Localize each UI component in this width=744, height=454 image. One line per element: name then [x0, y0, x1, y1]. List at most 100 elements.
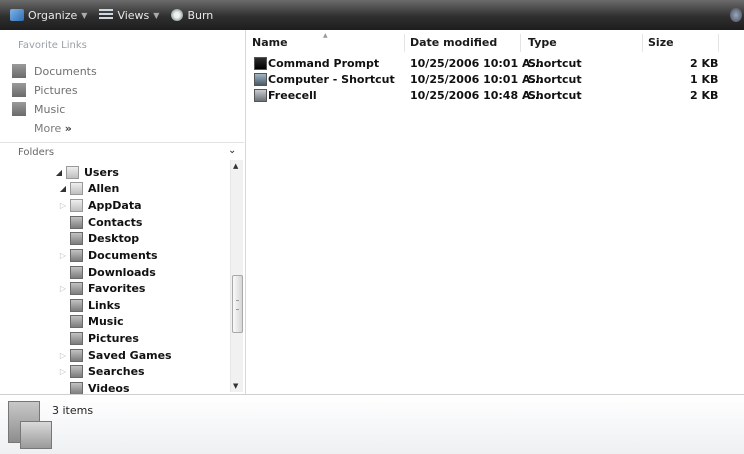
command-prompt-icon: [254, 57, 267, 70]
tree-item-label: Documents: [88, 248, 158, 262]
file-date: 10/25/2006 10:01 A...: [410, 57, 544, 70]
user-folder-icon: [70, 181, 83, 195]
organize-button[interactable]: Organize ▼: [4, 4, 93, 26]
tree-item-label: Allen: [88, 181, 120, 195]
burn-label: Burn: [187, 8, 214, 22]
details-pane: 3 items: [0, 394, 744, 454]
organize-icon: [10, 9, 24, 21]
file-row-command-prompt[interactable]: Command Prompt 10/25/2006 10:01 A... Sho…: [246, 56, 744, 72]
tree-item-documents[interactable]: ▷ Documents: [58, 247, 158, 263]
more-links-button[interactable]: More »: [34, 122, 72, 135]
scrollbar-thumb[interactable]: [232, 275, 243, 333]
file-name: Command Prompt: [268, 57, 380, 70]
tree-item-searches[interactable]: ▷ Searches: [58, 363, 145, 379]
folder-icon: [70, 198, 83, 212]
favorites-icon: [70, 281, 83, 295]
tree-item-label: Music: [88, 314, 124, 328]
favorite-link-label: Pictures: [34, 83, 78, 97]
grip-icon: [236, 300, 239, 310]
music-icon: [12, 102, 26, 116]
file-name: Computer - Shortcut: [268, 73, 395, 86]
expand-arrow-icon[interactable]: ▷: [58, 284, 68, 293]
scroll-up-arrow-icon[interactable]: ▲: [233, 162, 238, 170]
tree-item-links[interactable]: Links: [58, 297, 120, 313]
folder-icon: [66, 165, 79, 179]
views-icon: [99, 9, 114, 21]
tree-item-saved-games[interactable]: ▷ Saved Games: [58, 347, 172, 363]
tree-item-music[interactable]: Music: [58, 313, 124, 329]
tree-item-label: AppData: [88, 198, 142, 212]
searches-icon: [70, 364, 83, 378]
saved-games-icon: [70, 348, 83, 362]
folder-tree-scrollbar[interactable]: ▲ ▼: [230, 160, 243, 392]
file-date: 10/25/2006 10:48 A...: [410, 89, 544, 102]
expand-arrow-icon[interactable]: ▷: [58, 201, 68, 210]
favorite-link-pictures[interactable]: Pictures: [12, 83, 78, 97]
column-divider[interactable]: [404, 34, 405, 52]
file-size: 2 KB: [690, 57, 719, 70]
file-row-computer-shortcut[interactable]: Computer - Shortcut 10/25/2006 10:01 A..…: [246, 72, 744, 88]
music-icon: [70, 314, 83, 328]
favorite-link-label: Documents: [34, 64, 97, 78]
file-type: Shortcut: [528, 57, 582, 70]
burn-button[interactable]: Burn: [165, 4, 219, 26]
tree-item-label: Downloads: [88, 265, 156, 279]
favorite-link-documents[interactable]: Documents: [12, 64, 97, 78]
double-chevron-right-icon: »: [64, 122, 72, 135]
sort-ascending-icon: ▲: [323, 32, 328, 39]
tree-item-label: Desktop: [88, 231, 140, 245]
videos-icon: [70, 381, 83, 394]
column-divider[interactable]: [718, 34, 719, 52]
pictures-icon: [12, 83, 26, 97]
tree-item-pictures[interactable]: Pictures: [58, 330, 139, 346]
expand-arrow-icon[interactable]: ▷: [58, 367, 68, 376]
more-label: More: [34, 122, 62, 135]
column-header-size[interactable]: Size: [648, 36, 674, 49]
column-divider[interactable]: [520, 34, 521, 52]
tree-item-favorites[interactable]: ▷ Favorites: [58, 280, 145, 296]
file-size: 1 KB: [690, 73, 719, 86]
views-button[interactable]: Views ▼: [93, 4, 165, 26]
folders-bar[interactable]: Folders ⌄: [0, 142, 244, 163]
file-size: 2 KB: [690, 89, 719, 102]
favorite-links-header: Favorite Links: [18, 40, 87, 51]
tree-item-videos[interactable]: Videos: [58, 380, 130, 394]
tree-item-allen[interactable]: ◢ Allen: [58, 180, 119, 196]
navigation-pane: Favorite Links Documents Pictures Music …: [0, 30, 246, 394]
downloads-icon: [70, 265, 83, 279]
tree-item-desktop[interactable]: Desktop: [58, 230, 139, 246]
tree-item-contacts[interactable]: Contacts: [58, 214, 142, 230]
folder-tree: ◢ Users ◢ Allen ▷ AppData Contacts Deskt…: [0, 162, 230, 394]
contacts-icon: [70, 215, 83, 229]
scroll-down-arrow-icon[interactable]: ▼: [233, 382, 238, 390]
file-date: 10/25/2006 10:01 A...: [410, 73, 544, 86]
tree-item-label: Favorites: [88, 281, 146, 295]
chevron-down-icon[interactable]: ⌄: [228, 145, 236, 156]
column-divider[interactable]: [642, 34, 643, 52]
folders-label: Folders: [18, 147, 55, 158]
expand-arrow-icon[interactable]: ▷: [58, 351, 68, 360]
expand-arrow-icon[interactable]: ▷: [58, 251, 68, 260]
column-header-type[interactable]: Type: [528, 36, 557, 49]
documents-icon: [12, 64, 26, 78]
file-row-freecell[interactable]: Freecell 10/25/2006 10:48 A... Shortcut …: [246, 88, 744, 104]
expand-arrow-icon[interactable]: ◢: [58, 184, 68, 193]
column-header-name[interactable]: Name: [252, 36, 288, 49]
computer-icon: [254, 73, 267, 86]
tree-item-appdata[interactable]: ▷ AppData: [58, 197, 142, 213]
file-list: ▲ Name Date modified Type Size Command P…: [246, 30, 744, 394]
burn-icon: [171, 9, 184, 21]
documents-icon: [70, 248, 83, 262]
tree-item-label: Contacts: [88, 215, 143, 229]
freecell-icon: [254, 89, 267, 102]
favorite-link-music[interactable]: Music: [12, 102, 65, 116]
tree-item-downloads[interactable]: Downloads: [58, 264, 156, 280]
tree-item-label: Videos: [88, 381, 130, 395]
column-header-date-modified[interactable]: Date modified: [410, 36, 497, 49]
pictures-icon: [70, 331, 83, 345]
chevron-down-icon: ▼: [81, 10, 88, 20]
tree-item-label: Searches: [88, 364, 145, 378]
help-icon[interactable]: [730, 8, 742, 22]
tree-item-users[interactable]: ◢ Users: [54, 164, 119, 180]
expand-arrow-icon[interactable]: ◢: [54, 168, 64, 177]
